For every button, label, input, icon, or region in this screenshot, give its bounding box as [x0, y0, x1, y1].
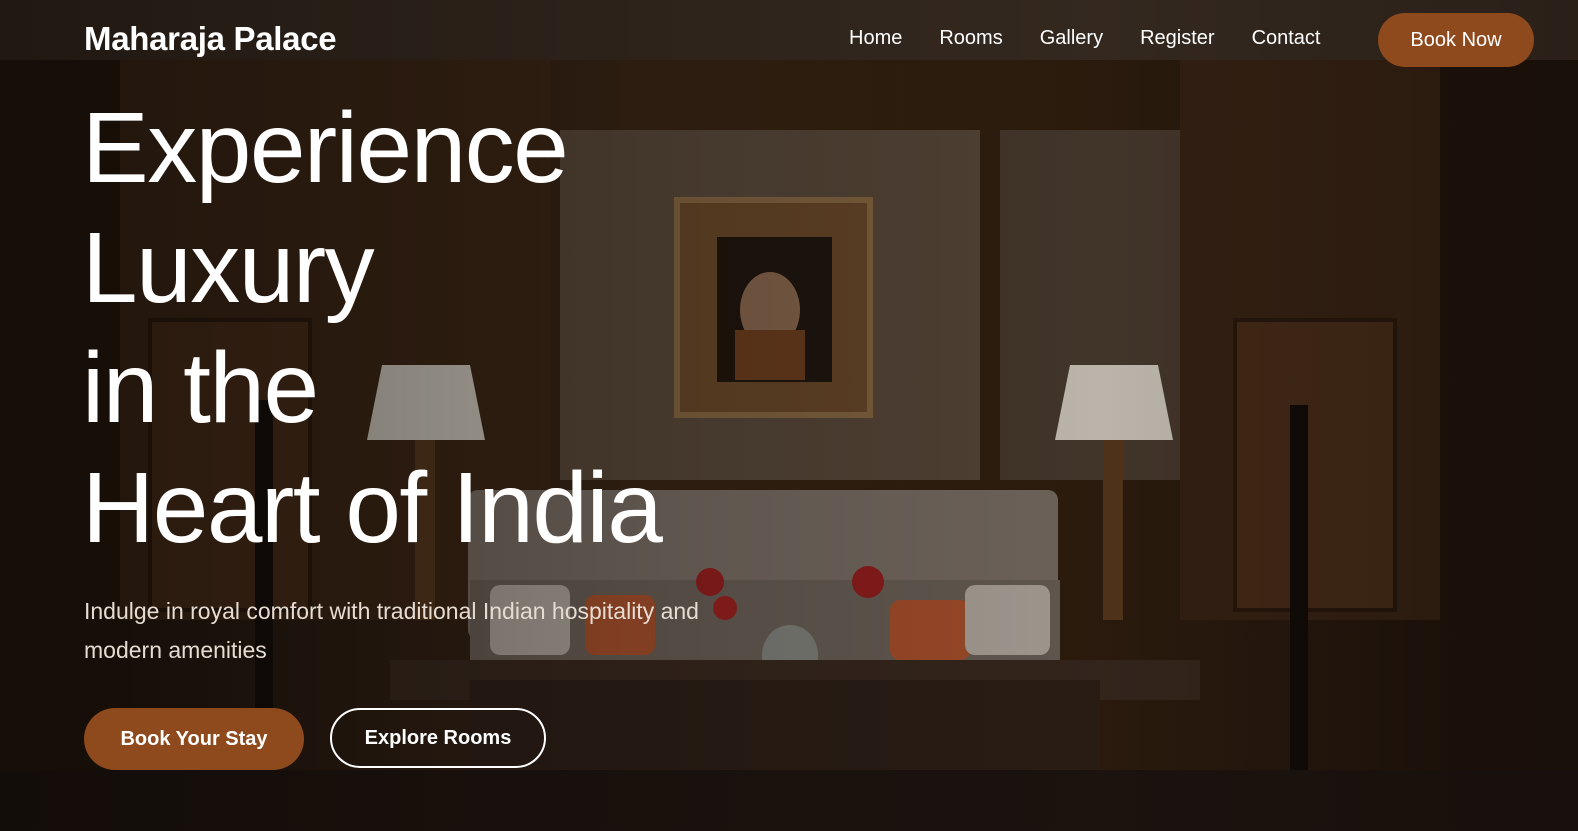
top-navigation: Maharaja Palace Home Rooms Gallery Regis…	[0, 0, 1578, 80]
hero-subtitle: Indulge in royal comfort with traditiona…	[84, 598, 699, 663]
headline-line-1: Experience	[82, 92, 569, 204]
hero-headline: Experience Luxury in the Heart of India	[82, 88, 982, 568]
nav-link-register[interactable]: Register	[1140, 27, 1214, 50]
nav-links: Home Rooms Gallery Register Contact	[849, 27, 1358, 50]
headline-line-4: Heart of India	[82, 452, 663, 564]
headline-line-2: Luxury	[82, 212, 375, 324]
nav-link-gallery[interactable]: Gallery	[1040, 27, 1103, 50]
hero-section: Maharaja Palace Home Rooms Gallery Regis…	[0, 0, 1578, 831]
book-your-stay-button[interactable]: Book Your Stay	[84, 708, 304, 770]
nav-link-contact[interactable]: Contact	[1252, 27, 1321, 50]
nav-link-rooms[interactable]: Rooms	[939, 27, 1002, 50]
explore-rooms-button[interactable]: Explore Rooms	[330, 708, 546, 768]
nav-link-home[interactable]: Home	[849, 27, 902, 50]
brand-logo[interactable]: Maharaja Palace	[84, 20, 337, 58]
book-now-button[interactable]: Book Now	[1378, 13, 1534, 67]
headline-line-3: in the	[82, 332, 319, 444]
